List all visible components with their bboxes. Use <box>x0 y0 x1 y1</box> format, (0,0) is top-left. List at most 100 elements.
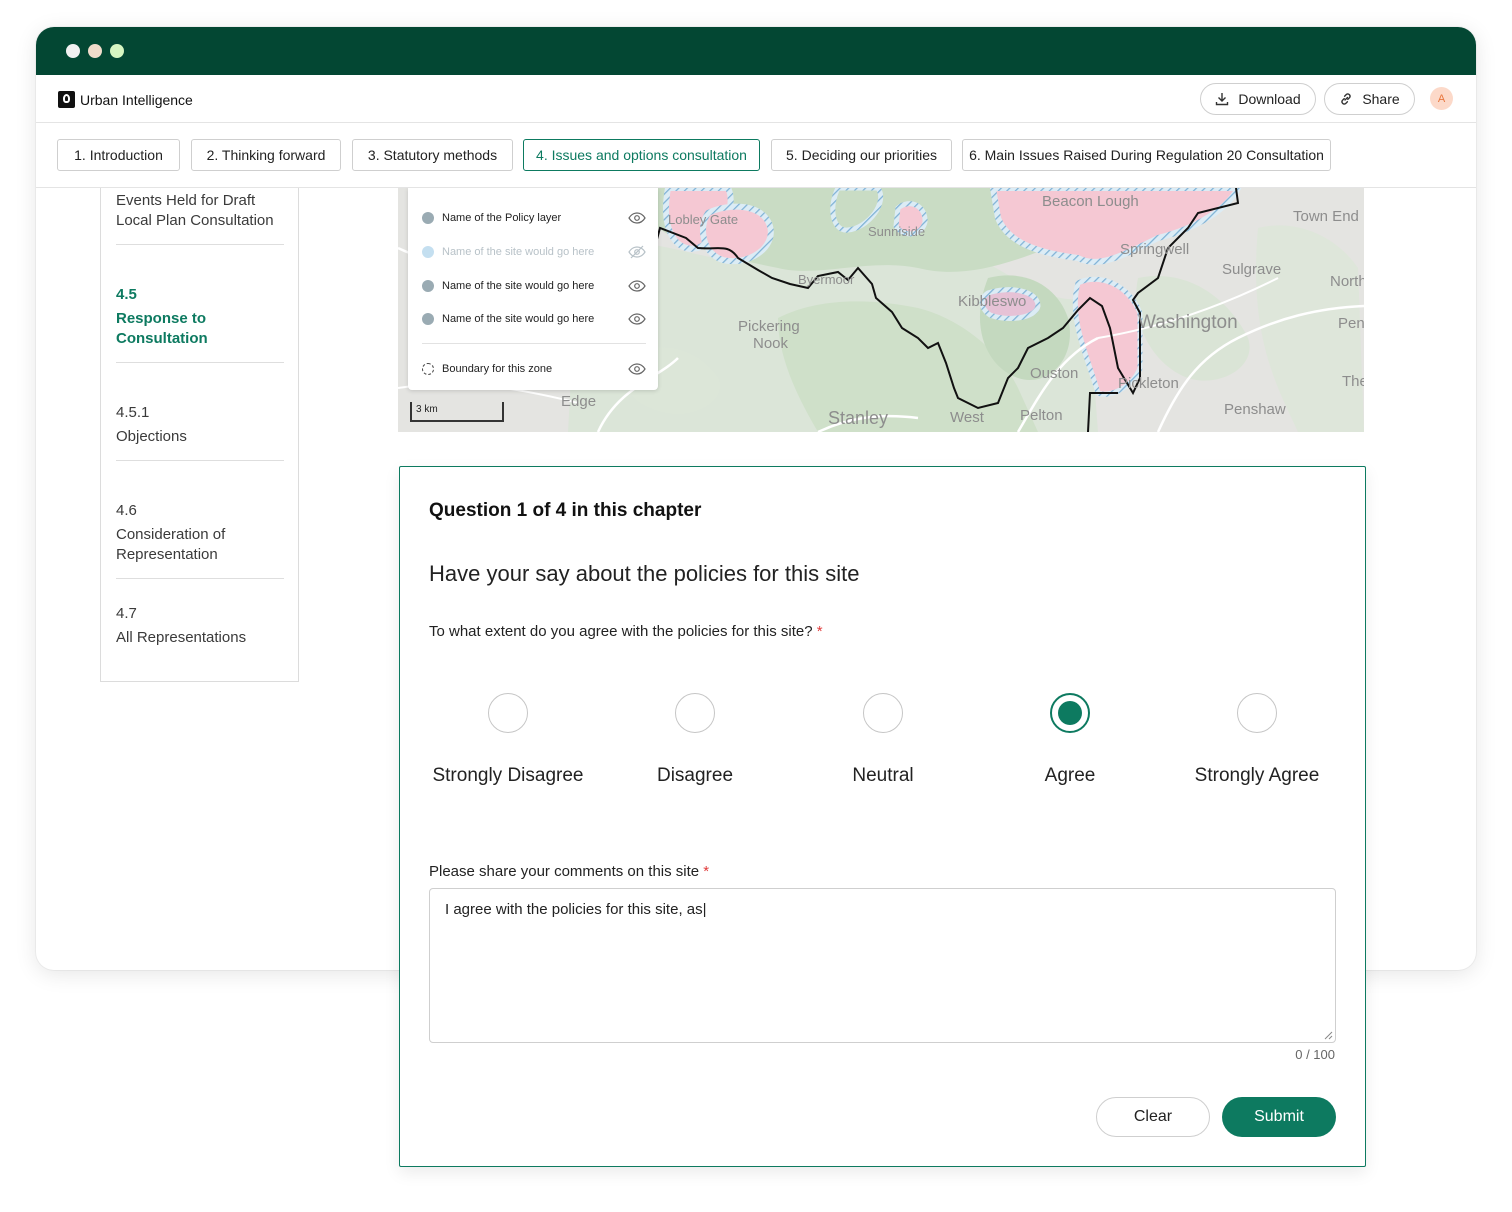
eye-icon[interactable] <box>628 212 646 224</box>
required-marker: * <box>703 863 710 880</box>
window-dot-maximize[interactable] <box>110 44 124 58</box>
map-label-pickering: Pickering <box>738 318 800 335</box>
sidebar-item-label: Objections <box>116 428 187 445</box>
sidebar-item-label: Events Held for Draft Local Plan Consult… <box>116 192 274 229</box>
map-label-pen: Pen <box>1338 315 1364 332</box>
legend-label: Name of the Policy layer <box>442 212 562 224</box>
download-icon <box>1216 93 1229 106</box>
radio-strongly-disagree[interactable] <box>488 693 528 733</box>
map-scale: 3 km <box>410 402 504 422</box>
window-dot-close[interactable] <box>66 44 80 58</box>
download-label: Download <box>1238 91 1301 107</box>
clear-button[interactable]: Clear <box>1096 1097 1210 1137</box>
map-label-washington: Washington <box>1138 312 1238 333</box>
app-header: Urban Intelligence Download Share A <box>36 75 1476 123</box>
download-button[interactable]: Download <box>1200 83 1316 115</box>
map-label-edge: Edge <box>561 393 596 410</box>
legend-swatch <box>422 313 434 325</box>
legend-boundary-swatch <box>422 363 434 375</box>
option-neutral[interactable]: Neutral <box>783 693 983 793</box>
divider <box>422 343 646 344</box>
eye-icon[interactable] <box>628 363 646 375</box>
legend-row-site[interactable]: Name of the site would go here <box>422 276 646 296</box>
submit-button[interactable]: Submit <box>1222 1097 1336 1137</box>
question-title: Have your say about the policies for thi… <box>429 561 860 586</box>
sidebar-item-response[interactable]: 4.5 Response to Consultation <box>116 285 284 349</box>
map-label-west: West <box>950 409 985 426</box>
map-label-the: The <box>1342 373 1364 390</box>
site-map[interactable]: Beacon Lough Town End Springwell Sulgrav… <box>398 188 1364 432</box>
map-label-town-end: Town End <box>1293 208 1359 225</box>
map-label-kibbleswo: Kibbleswo <box>958 293 1026 310</box>
map-legend: Name of the Policy layer Name of the sit… <box>408 188 658 390</box>
radio-strongly-agree[interactable] <box>1237 693 1277 733</box>
character-counter: 0 / 100 <box>1295 1047 1335 1062</box>
resize-handle-icon[interactable] <box>1324 1031 1333 1040</box>
sidebar-item-number: 4.6 <box>116 502 137 519</box>
window-dot-minimize[interactable] <box>88 44 102 58</box>
option-disagree[interactable]: Disagree <box>595 693 795 793</box>
share-button[interactable]: Share <box>1324 83 1415 115</box>
divider <box>116 578 284 579</box>
share-label: Share <box>1362 91 1400 107</box>
divider <box>116 362 284 363</box>
comments-textarea[interactable]: I agree with the policies for this site,… <box>429 888 1336 1043</box>
divider <box>116 460 284 461</box>
eye-off-icon[interactable] <box>628 245 646 259</box>
sidebar-item-label: Consideration of Representation <box>116 526 226 563</box>
map-label-north-h: North H <box>1330 273 1364 290</box>
tab-deciding-priorities[interactable]: 5. Deciding our priorities <box>771 139 952 171</box>
sidebar-item-number: 4.5.1 <box>116 404 150 421</box>
map-label-stanley: Stanley <box>828 408 888 428</box>
divider <box>116 244 284 245</box>
tab-thinking-forward[interactable]: 2. Thinking forward <box>191 139 341 171</box>
tab-statutory-methods[interactable]: 3. Statutory methods <box>352 139 513 171</box>
eye-icon[interactable] <box>628 280 646 292</box>
brand-logo-icon <box>58 91 75 108</box>
legend-row-site-hidden[interactable]: Name of the site would go here <box>422 242 646 262</box>
map-label-byermoor: Byermoor <box>798 272 855 287</box>
question-counter: Question 1 of 4 in this chapter <box>429 500 702 521</box>
option-strongly-agree[interactable]: Strongly Agree <box>1157 693 1357 793</box>
sidebar-item-label: All Representations <box>116 629 247 646</box>
brand[interactable]: Urban Intelligence <box>58 91 193 108</box>
eye-icon[interactable] <box>628 313 646 325</box>
tab-issues-and-options[interactable]: 4. Issues and options consultation <box>523 139 760 171</box>
sidebar-item-events[interactable]: Events Held for Draft Local Plan Consult… <box>116 191 284 231</box>
required-marker: * <box>816 623 823 640</box>
radio-agree[interactable] <box>1050 693 1090 733</box>
legend-label: Name of the site would go here <box>442 313 595 325</box>
map-label-nook: Nook <box>753 335 789 352</box>
sidebar-item-label: Response to Consultation <box>116 310 208 347</box>
legend-row-site[interactable]: Name of the site would go here <box>422 309 646 329</box>
tab-main-issues[interactable]: 6. Main Issues Raised During Regulation … <box>962 139 1331 171</box>
sidebar-item-objections[interactable]: 4.5.1 Objections <box>116 403 284 447</box>
option-strongly-disagree[interactable]: Strongly Disagree <box>408 693 608 793</box>
map-label-pelton: Pelton <box>1020 407 1063 424</box>
option-label: Neutral <box>852 765 914 786</box>
window-titlebar <box>36 27 1476 75</box>
avatar[interactable]: A <box>1430 87 1453 110</box>
map-label-beacon-lough: Beacon Lough <box>1042 193 1139 210</box>
agree-question-text: To what extent do you agree with the pol… <box>429 623 813 640</box>
legend-row-policy-layer[interactable]: Name of the Policy layer <box>422 208 646 228</box>
map-label-lobley-gate: Lobley Gate <box>668 212 738 227</box>
agree-question-label: To what extent do you agree with the pol… <box>429 623 823 640</box>
option-label: Agree <box>1044 765 1096 786</box>
radio-disagree[interactable] <box>675 693 715 733</box>
legend-swatch <box>422 246 434 258</box>
sidebar-item-all-representations[interactable]: 4.7 All Representations <box>116 604 284 648</box>
chapter-sidebar: Events Held for Draft Local Plan Consult… <box>100 188 299 682</box>
radio-neutral[interactable] <box>863 693 903 733</box>
option-agree[interactable]: Agree <box>970 693 1170 793</box>
link-icon <box>1341 93 1351 105</box>
legend-label: Name of the site would go here <box>442 280 595 292</box>
tab-introduction[interactable]: 1. Introduction <box>57 139 180 171</box>
legend-swatch <box>422 212 434 224</box>
sidebar-item-consideration[interactable]: 4.6 Consideration of Representation <box>116 501 284 565</box>
map-label-sunniside: Sunniside <box>868 224 925 239</box>
brand-name: Urban Intelligence <box>80 91 193 108</box>
map-label-sulgrave: Sulgrave <box>1222 261 1281 278</box>
legend-swatch <box>422 280 434 292</box>
legend-row-boundary[interactable]: Boundary for this zone <box>422 359 646 379</box>
